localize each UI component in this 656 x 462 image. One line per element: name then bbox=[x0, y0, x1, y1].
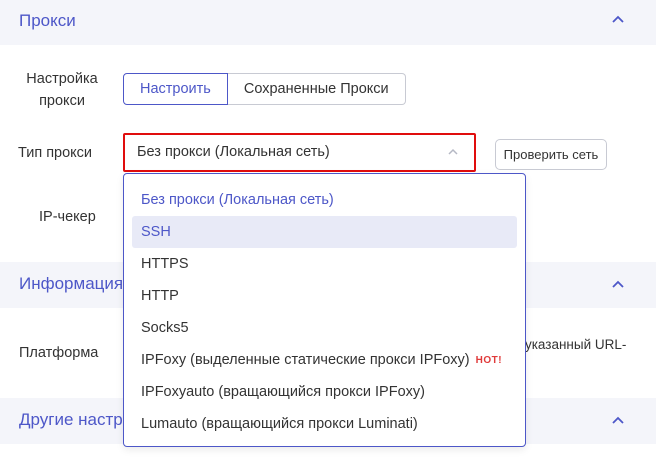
dropdown-option-label: HTTPS bbox=[141, 256, 189, 272]
saved-proxies-tab[interactable]: Сохраненные Прокси bbox=[227, 73, 406, 105]
other-section-title: Другие настр bbox=[19, 410, 123, 429]
dropdown-option-label: Lumauto (вращающийся прокси Luminati) bbox=[141, 416, 418, 432]
chevron-up-icon[interactable] bbox=[611, 13, 625, 27]
dropdown-option-label: SSH bbox=[141, 224, 171, 240]
dropdown-option-label: IPFoxyauto (вращающийся прокси IPFoxy) bbox=[141, 384, 425, 400]
dropdown-option[interactable]: Без прокси (Локальная сеть) bbox=[132, 184, 517, 216]
dropdown-option[interactable]: Lumauto (вращающийся прокси Luminati) bbox=[132, 408, 517, 440]
proxy-type-select[interactable]: Без прокси (Локальная сеть) bbox=[128, 138, 471, 167]
platform-label: Платформа bbox=[19, 345, 99, 361]
chevron-up-icon bbox=[448, 148, 458, 155]
proxy-setup-label-line2: прокси bbox=[39, 93, 85, 109]
dropdown-option-label: IPFoxy (выделенные статические прокси IP… bbox=[141, 352, 470, 368]
dropdown-option[interactable]: IPFoxy (выделенные статические прокси IP… bbox=[132, 344, 517, 376]
proxy-section-header[interactable]: Прокси bbox=[0, 0, 656, 45]
ip-checker-label: IP-чекер bbox=[39, 209, 96, 225]
chevron-up-icon[interactable] bbox=[611, 414, 625, 428]
dropdown-option-label: Без прокси (Локальная сеть) bbox=[141, 192, 334, 208]
proxy-type-select-highlight: Без прокси (Локальная сеть) bbox=[123, 133, 476, 172]
info-section-title: Информация bbox=[19, 274, 124, 293]
dropdown-option[interactable]: HTTP bbox=[132, 280, 517, 312]
proxy-type-dropdown: Без прокси (Локальная сеть) SSH HTTPS HT… bbox=[123, 173, 526, 447]
proxy-setup-label: Настройка прокси bbox=[20, 68, 104, 112]
hot-badge: HOT! bbox=[475, 355, 503, 366]
check-network-button[interactable]: Проверить сеть bbox=[495, 139, 607, 170]
proxy-section-title: Прокси bbox=[19, 11, 76, 30]
dropdown-option[interactable]: SSH bbox=[132, 216, 517, 248]
proxy-mode-segmented-control: Настроить Сохраненные Прокси bbox=[123, 73, 406, 105]
proxy-type-select-value: Без прокси (Локальная сеть) bbox=[137, 144, 330, 160]
configure-tab[interactable]: Настроить bbox=[123, 73, 228, 105]
dropdown-option[interactable]: HTTPS bbox=[132, 248, 517, 280]
dropdown-option[interactable]: Socks5 bbox=[132, 312, 517, 344]
dropdown-option[interactable]: IPFoxyauto (вращающийся прокси IPFoxy) bbox=[132, 376, 517, 408]
chevron-up-icon[interactable] bbox=[611, 278, 625, 292]
proxy-type-label: Тип прокси bbox=[18, 145, 93, 161]
proxy-setup-label-line1: Настройка bbox=[26, 71, 98, 87]
dropdown-option-label: HTTP bbox=[141, 288, 179, 304]
dropdown-option-label: Socks5 bbox=[141, 320, 189, 336]
